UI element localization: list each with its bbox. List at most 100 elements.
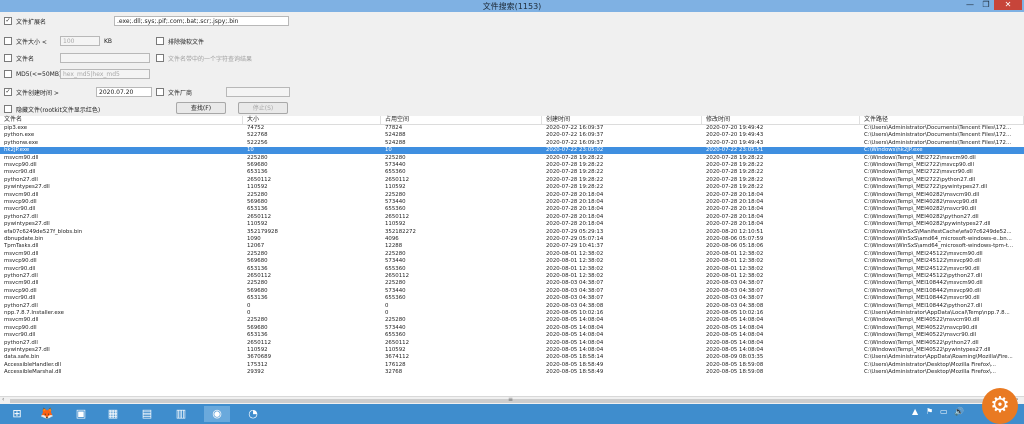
table-row[interactable]: msvcp90.dll 569680 573440 2020-07-28 19:28:… (0, 162, 1024, 169)
table-row[interactable]: pywintypes27.dll 110592 110592 2020-07-28 1… (0, 184, 1024, 191)
md5-checkbox[interactable] (4, 70, 12, 78)
volume-icon[interactable]: 🔊 (954, 407, 964, 416)
table-row[interactable]: msvcr90.dll 653136 655360 2020-08-03 04:38:… (0, 295, 1024, 302)
table-row[interactable]: msvcm90.dll 225280 225280 2020-08-05 14:08:… (0, 317, 1024, 324)
filename-checkbox[interactable] (4, 54, 12, 62)
cell-name: AccessibleMarshal.dll (4, 369, 62, 376)
cell-modified: 2020-08-06 05:07:59 (706, 236, 764, 242)
table-row[interactable]: msvcr90.dll 653136 655360 2020-08-01 12:38:… (0, 266, 1024, 273)
vendor-input[interactable] (226, 87, 290, 97)
network-icon[interactable]: ▭ (940, 407, 948, 416)
cell-alloc: 655360 (385, 332, 406, 339)
size-input[interactable]: 100 (60, 36, 100, 46)
table-row[interactable]: AccessibleHandler.dll 175312 176128 2020-08… (0, 362, 1024, 369)
table-row[interactable]: msvcm90.dll 225280 225280 2020-08-01 12:38:… (0, 251, 1024, 258)
table-row[interactable]: efa07c6249de527f_blobs.bin 352179928 35218… (0, 229, 1024, 236)
scroll-left-arrow[interactable]: ‹ (2, 396, 4, 403)
ext-filter-row: 文件扩展名 (4, 15, 46, 27)
cell-name: AccessibleHandler.dll (4, 361, 62, 368)
exclude-micro-row: 排除微软文件 (156, 35, 204, 47)
table-row[interactable]: msvcr90.dll 653136 655360 2020-07-28 19:28:… (0, 169, 1024, 176)
table-row[interactable]: npp.7.8.7.Installer.exe 0 0 2020-08-05 10:0… (0, 310, 1024, 317)
app-icon-7[interactable]: ◔ (240, 406, 266, 422)
table-row[interactable]: TpmTasks.dll 12067 12288 2020-07-29 10:41:3… (0, 243, 1024, 250)
col-header-modified[interactable]: 修改时间 (702, 116, 860, 124)
start-button[interactable]: ⊞ (4, 406, 30, 422)
table-row[interactable]: msvcr90.dll 653136 655360 2020-08-05 14:08:… (0, 332, 1024, 339)
table-row[interactable]: python.exe 522768 524288 2020-07-22 16:09:3… (0, 132, 1024, 139)
table-row[interactable]: hk2JP.exe 10 10 2020-07-22 23:05:02 2020-07-… (0, 147, 1024, 154)
table-row[interactable]: msvcp90.dll 569680 573440 2020-08-05 14:08:… (0, 325, 1024, 332)
file-search-app-icon[interactable]: ◉ (204, 406, 230, 422)
hidden-checkbox[interactable] (4, 105, 12, 113)
tray-arrow-icon[interactable]: ▲ (912, 407, 918, 416)
create-time-label: 文件创建时间 > (16, 89, 59, 97)
cell-created: 2020-08-03 04:38:07 (546, 295, 604, 302)
minimize-button[interactable]: — (962, 0, 978, 10)
table-row[interactable]: msvcm90.dll 225280 225280 2020-07-28 20:18:… (0, 192, 1024, 199)
col-header-path[interactable]: 文件路径 (860, 116, 1024, 124)
cell-alloc: 573440 (385, 324, 406, 331)
restore-button[interactable]: ❐ (978, 0, 994, 10)
table-row[interactable]: python27.dll 2650112 2650112 2020-08-05 14:… (0, 340, 1024, 347)
app-icon-4[interactable]: ▤ (134, 406, 160, 422)
table-row[interactable]: dbnupdate.bin 1090 4096 2020-07-29 05:07:14… (0, 236, 1024, 243)
gear-icon[interactable]: ⚙ (982, 388, 1018, 424)
table-row[interactable]: python27.dll 0 0 2020-08-03 04:38:08 2020-08… (0, 303, 1024, 310)
col-header-created[interactable]: 创建时间 (542, 116, 702, 124)
exclude-micro-checkbox[interactable] (156, 37, 164, 45)
table-row[interactable]: pywintypes27.dll 110592 110592 2020-07-28 2… (0, 221, 1024, 228)
table-row[interactable]: msvcp90.dll 569680 573440 2020-07-28 20:18:… (0, 199, 1024, 206)
cell-name: python.exe (4, 132, 35, 139)
table-row[interactable]: pip3.exe 74752 77824 2020-07-22 16:09:37 202… (0, 125, 1024, 132)
table-row[interactable]: python27.dll 2650112 2650112 2020-08-01 12:… (0, 273, 1024, 280)
create-time-input[interactable]: 2020.07.20 (96, 87, 152, 97)
cell-created: 2020-07-28 19:28:22 (546, 176, 604, 183)
table-row[interactable]: msvcm90.dll 225280 225280 2020-07-28 19:28:… (0, 155, 1024, 162)
cell-name: msvcr90.dll (4, 332, 36, 339)
firefox-icon[interactable]: 🦊 (34, 406, 60, 422)
table-row[interactable]: data.safe.bin 3670689 3674112 2020-08-05 18… (0, 354, 1024, 361)
cell-path: C:\Windows\hk2JP.exe (864, 147, 923, 154)
filename-input[interactable] (60, 53, 150, 63)
result-list[interactable]: pip3.exe 74752 77824 2020-07-22 16:09:37 202… (0, 125, 1024, 396)
cell-size: 0 (247, 302, 251, 309)
folder-icon[interactable]: ▥ (168, 406, 194, 422)
ext-checkbox[interactable] (4, 17, 12, 25)
ext-input[interactable]: .exe;.dll;.sys;.pif;.com;.bat;.scr;.jspy… (114, 16, 289, 26)
cell-alloc: 524288 (385, 132, 406, 139)
filename-hint-checkbox[interactable] (156, 54, 164, 62)
cell-modified: 2020-07-28 20:18:04 (706, 199, 764, 205)
table-row[interactable]: pythonw.exe 522256 524288 2020-07-22 16:09:… (0, 140, 1024, 147)
table-row[interactable]: python27.dll 2650112 2650112 2020-07-28 19:… (0, 177, 1024, 184)
search-button[interactable]: 查找(F) (176, 102, 226, 114)
md5-input[interactable]: hex_md5|hex_md5 (60, 69, 150, 79)
vendor-checkbox[interactable] (156, 88, 164, 96)
col-header-size[interactable]: 大小 (243, 116, 381, 124)
table-row[interactable]: pywintypes27.dll 110592 110592 2020-08-05 1… (0, 347, 1024, 354)
cell-name: msvcm90.dll (4, 250, 39, 257)
cell-name: msvcp90.dll (4, 199, 37, 205)
cell-alloc: 2650112 (385, 213, 410, 220)
table-row[interactable]: AccessibleMarshal.dll 29392 32768 2020-08-0… (0, 369, 1024, 376)
app-icon-3[interactable]: ▦ (100, 406, 126, 422)
size-checkbox[interactable] (4, 37, 12, 45)
close-button[interactable]: ✕ (994, 0, 1022, 10)
table-row[interactable]: msvcp90.dll 569680 573440 2020-08-01 12:38:… (0, 258, 1024, 265)
col-header-name[interactable]: 文件名 (0, 116, 243, 124)
table-row[interactable]: msvcm90.dll 225280 225280 2020-08-03 04:38:… (0, 280, 1024, 287)
cell-created: 2020-07-28 20:18:04 (546, 221, 604, 228)
cell-size: 29392 (247, 369, 265, 376)
flag-icon[interactable]: ⚑ (926, 407, 933, 416)
stop-button[interactable]: 停止(S) (238, 102, 288, 114)
cell-name: python27.dll (4, 339, 38, 346)
table-row[interactable]: msvcr90.dll 653136 655360 2020-07-28 20:18:… (0, 206, 1024, 213)
create-time-checkbox[interactable] (4, 88, 12, 96)
server-manager-icon[interactable]: ▣ (68, 406, 94, 422)
cell-alloc: 110592 (385, 221, 406, 228)
size-filter-row: 文件大小 < (4, 35, 47, 47)
cell-path: C:\Windows\Temp\_MEI245122\python27.dll (864, 273, 983, 279)
table-row[interactable]: msvcp90.dll 569680 573440 2020-08-03 04:38:… (0, 288, 1024, 295)
col-header-alloc[interactable]: 占用空间 (381, 116, 542, 124)
table-row[interactable]: python27.dll 2650112 2650112 2020-07-28 20:… (0, 214, 1024, 221)
